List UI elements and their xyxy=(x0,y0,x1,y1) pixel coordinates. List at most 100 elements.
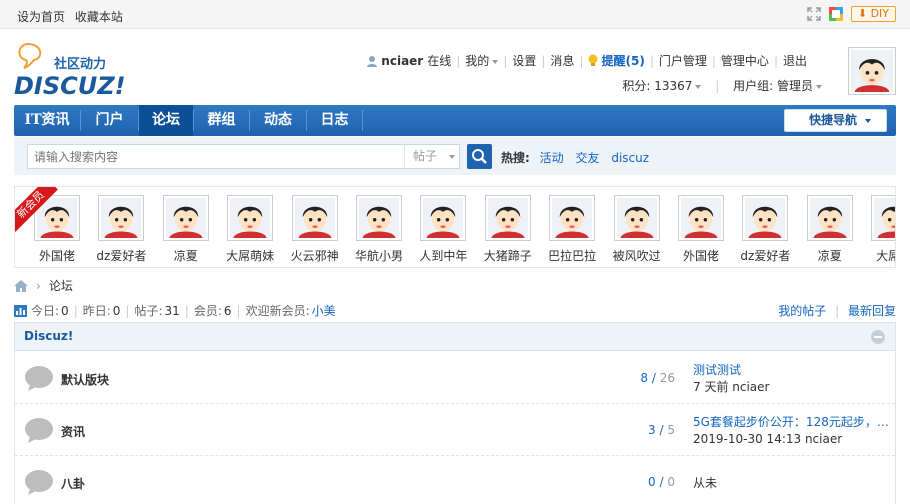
lightbulb-icon xyxy=(588,54,598,66)
new-member-item[interactable]: 凉夏 xyxy=(154,195,218,264)
new-member-item[interactable]: 大屌萌妹 xyxy=(218,195,282,264)
forum-row: 默认版块 8 / 26 测试测试 7 天前 nciaer xyxy=(15,352,895,404)
member-name[interactable]: dz爱好者 xyxy=(89,247,153,264)
member-avatar[interactable] xyxy=(98,195,145,241)
member-name[interactable]: dz爱好者 xyxy=(733,247,797,264)
new-member-item[interactable]: 外国佬 xyxy=(669,195,733,264)
username-link[interactable]: nciaer xyxy=(381,54,423,68)
hot-tag[interactable]: discuz xyxy=(611,151,649,165)
member-name[interactable]: 华航小男 xyxy=(347,247,411,264)
forum-counts: 3 / 5 xyxy=(648,423,675,437)
style-switch-icon[interactable] xyxy=(828,7,843,21)
member-avatar[interactable] xyxy=(356,195,402,241)
member-avatar[interactable] xyxy=(227,195,274,241)
credits-label: 积分: 13367 xyxy=(622,79,693,93)
my-menu[interactable]: 我的 xyxy=(465,52,499,69)
nav-item-feed[interactable]: 动态 xyxy=(250,105,306,136)
posts-label: 帖子: xyxy=(134,304,163,318)
usergroup-menu[interactable]: 用户组: 管理员 xyxy=(733,79,822,93)
member-name[interactable]: 大屌萌妹 xyxy=(218,247,282,264)
search-type-select[interactable]: 帖子 xyxy=(404,144,460,169)
search-button[interactable] xyxy=(467,144,492,169)
member-name[interactable]: 凉夏 xyxy=(798,247,862,264)
member-avatar[interactable] xyxy=(613,195,660,241)
forum-name[interactable]: 默认版块 xyxy=(61,371,109,388)
chevron-down-icon xyxy=(695,84,702,89)
member-name[interactable]: 外国佬 xyxy=(669,247,733,264)
settings-link[interactable]: 设置 xyxy=(512,52,536,69)
collapse-icon[interactable] xyxy=(871,330,885,344)
member-avatar[interactable] xyxy=(162,195,209,241)
forum-stats: 今日: 0 | 昨日: 0 | 帖子: 31 | 会员: 6 | 欢迎新会员: … xyxy=(14,302,336,319)
nav-item-forum[interactable]: 论坛 xyxy=(139,105,193,136)
last-post-meta: 2019-10-30 14:13 nciaer xyxy=(693,432,843,446)
member-avatar[interactable] xyxy=(420,195,467,241)
forum-group-title[interactable]: Discuz! xyxy=(24,329,73,343)
hot-tag[interactable]: 交友 xyxy=(575,151,599,165)
set-homepage-link[interactable]: 设为首页 xyxy=(17,10,65,24)
newest-member-link[interactable]: 小美 xyxy=(312,302,336,319)
remind-link[interactable]: 提醒(5) xyxy=(601,52,644,69)
new-member-item[interactable]: dz爱好者 xyxy=(733,195,797,264)
member-name[interactable]: 人到中年 xyxy=(411,247,475,264)
forum-name[interactable]: 资讯 xyxy=(61,423,85,440)
yesterday-value: 0 xyxy=(112,303,121,318)
member-avatar[interactable] xyxy=(549,195,596,241)
new-member-item[interactable]: dz爱好者 xyxy=(89,195,153,264)
hot-tag[interactable]: 活动 xyxy=(540,151,564,165)
new-member-item[interactable]: 华航小男 xyxy=(347,195,411,264)
member-avatar[interactable] xyxy=(484,195,531,241)
new-member-item[interactable]: 火云邪神 xyxy=(283,195,347,264)
bookmark-link[interactable]: 收藏本站 xyxy=(75,10,123,24)
forum-bubble-icon xyxy=(25,470,53,495)
new-member-item[interactable]: 被风吹过 xyxy=(605,195,669,264)
member-avatar[interactable] xyxy=(742,195,789,241)
member-avatar[interactable] xyxy=(871,195,895,241)
member-name[interactable]: 大屌萌 xyxy=(862,247,895,264)
nav-item-it-news[interactable]: IT资讯 xyxy=(14,105,80,136)
breadcrumb-current[interactable]: 论坛 xyxy=(49,277,73,294)
my-posts-link[interactable]: 我的帖子 xyxy=(778,304,826,318)
member-name[interactable]: 凉夏 xyxy=(154,247,218,264)
member-name[interactable]: 火云邪神 xyxy=(283,247,347,264)
portal-admin-link[interactable]: 门户管理 xyxy=(659,52,707,69)
admin-center-link[interactable]: 管理中心 xyxy=(721,52,769,69)
main-nav: IT资讯 门户 论坛 群组 动态 日志 快捷导航 xyxy=(14,105,896,136)
member-name[interactable]: 外国佬 xyxy=(25,247,89,264)
welcome-label: 欢迎新会员: xyxy=(245,304,310,318)
forum-name[interactable]: 八卦 xyxy=(61,475,85,492)
logout-link[interactable]: 退出 xyxy=(783,52,807,69)
new-member-item[interactable]: 凉夏 xyxy=(798,195,862,264)
member-name[interactable]: 大猪蹄子 xyxy=(476,247,540,264)
diy-label: DIY xyxy=(870,7,889,20)
new-member-item[interactable]: 大屌萌 xyxy=(862,195,895,264)
nav-item-blog[interactable]: 日志 xyxy=(307,105,362,136)
search-input[interactable] xyxy=(27,144,419,169)
home-icon[interactable] xyxy=(14,279,28,292)
last-post-title[interactable]: 测试测试 xyxy=(693,362,769,379)
site-logo[interactable]: 社区动力 DISCUZ! xyxy=(14,38,144,100)
member-name[interactable]: 被风吹过 xyxy=(605,247,669,264)
quick-nav-button[interactable]: 快捷导航 xyxy=(784,109,887,132)
search-type-label: 帖子 xyxy=(413,149,438,163)
last-post-title[interactable]: 5G套餐起步价公开：128元起步，… xyxy=(693,414,889,431)
members-label: 会员: xyxy=(193,304,222,318)
forum-post-count: 26 xyxy=(659,371,675,385)
online-status[interactable]: 在线 xyxy=(427,52,451,69)
new-member-item[interactable]: 大猪蹄子 xyxy=(476,195,540,264)
messages-link[interactable]: 消息 xyxy=(550,52,574,69)
nav-item-groups[interactable]: 群组 xyxy=(194,105,249,136)
member-avatar[interactable] xyxy=(678,195,724,241)
member-avatar[interactable] xyxy=(291,195,338,241)
latest-reply-link[interactable]: 最新回复 xyxy=(848,304,896,318)
new-member-item[interactable]: 人到中年 xyxy=(411,195,475,264)
member-avatar[interactable] xyxy=(806,195,853,241)
new-member-item[interactable]: 巴拉巴拉 xyxy=(540,195,604,264)
user-avatar[interactable] xyxy=(848,47,896,95)
member-name[interactable]: 巴拉巴拉 xyxy=(540,247,604,264)
diy-button[interactable]: ⬇ DIY xyxy=(850,6,896,22)
fullscreen-icon[interactable] xyxy=(807,7,821,21)
nav-item-portal[interactable]: 门户 xyxy=(81,105,138,136)
forum-last-post: 测试测试 7 天前 nciaer xyxy=(693,362,769,396)
credits-menu[interactable]: 积分: 13367 xyxy=(622,79,702,93)
